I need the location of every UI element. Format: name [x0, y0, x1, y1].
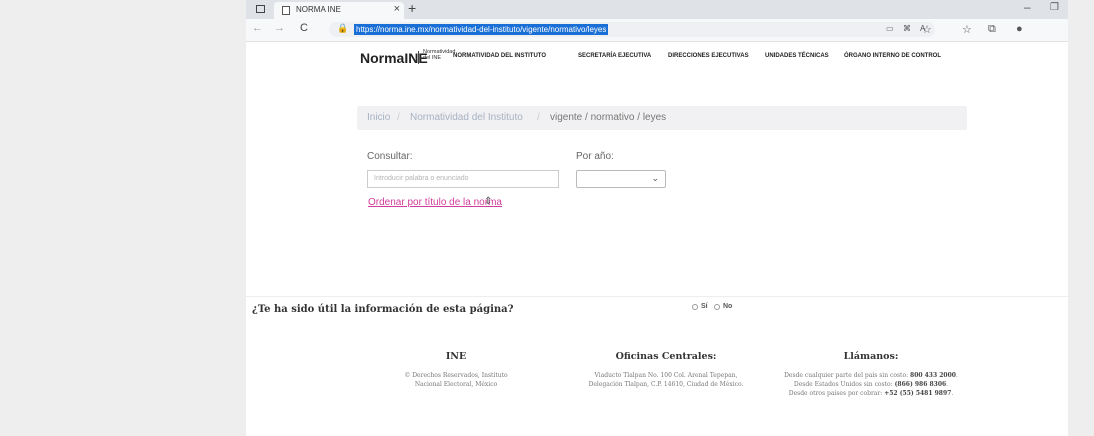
- footer-phone-text: Desde Estados Unidos sin costo:: [793, 381, 895, 388]
- logo-subtitle-line2: del INE: [423, 55, 442, 61]
- footer-phone-number[interactable]: 800 433 2000: [910, 372, 956, 379]
- tab-actions-icon[interactable]: [256, 5, 265, 13]
- favorite-star-icon[interactable]: ☆: [922, 23, 932, 36]
- breadcrumb: Inicio / Normatividad del Instituto / vi…: [357, 106, 967, 130]
- collections-icon[interactable]: ⧉: [988, 23, 996, 36]
- footer-ine-line: Nacional Electoral, México: [414, 381, 498, 388]
- breadcrumb-home[interactable]: Inicio: [367, 112, 390, 123]
- reload-icon[interactable]: C: [300, 22, 308, 34]
- footer-phone-text: Desde cualquier parte del país sin costo…: [784, 372, 911, 379]
- feedback-no-label: No: [723, 303, 733, 310]
- sort-icon[interactable]: ⇕: [484, 196, 492, 207]
- browser-tab[interactable]: NORMA INE ×: [274, 2, 404, 19]
- footer-address-line: Delegación Tlalpan, C.P. 14610, Ciudad d…: [588, 381, 744, 388]
- close-tab-icon[interactable]: ×: [394, 3, 400, 15]
- footer-contact: Llámanos: Desde cualquier parte del país…: [771, 351, 971, 398]
- search-input[interactable]: Introducir palabra o enunciado: [367, 170, 559, 188]
- menu-secretaria-ejecutiva[interactable]: SECRETARÍA EJECUTIVA: [578, 53, 651, 59]
- menu-direcciones-ejecutivas[interactable]: DIRECCIONES EJECUTIVAS: [668, 53, 749, 59]
- tab-title: NORMA INE: [296, 5, 341, 14]
- address-toolbar: ← → C 🔒 https://norma.ine.mx/normativida…: [246, 19, 1068, 42]
- app-available-icon[interactable]: ⌘: [903, 24, 911, 33]
- divider: [246, 296, 1068, 297]
- feedback-question: ¿Te ha sido útil la información de esta …: [252, 304, 514, 315]
- logo-subtitle: Normatividad del INE: [423, 49, 455, 61]
- page-icon: [282, 6, 290, 15]
- feedback-yes-label: Sí: [701, 303, 708, 310]
- back-icon[interactable]: ←: [252, 22, 263, 34]
- profile-icon[interactable]: ●: [1016, 23, 1023, 35]
- footer-phone-line: Desde Estados Unidos sin costo: (866) 98…: [793, 381, 949, 388]
- url-text[interactable]: https://norma.ine.mx/normatividad-del-in…: [354, 24, 609, 35]
- footer-phone-line: Desde otros países por cobrar: +52 (55) …: [788, 390, 954, 397]
- footer-ine-title: INE: [445, 351, 467, 362]
- lock-icon[interactable]: 🔒: [337, 23, 348, 34]
- menu-normatividad-del-instituto[interactable]: NORMATIVIDAD DEL INSTITUTO: [453, 53, 546, 59]
- footer-offices: Oficinas Centrales: Viaducto Tlalpan No.…: [571, 351, 761, 389]
- year-select[interactable]: ⌄: [576, 170, 666, 188]
- menu-unidades-tecnicas[interactable]: UNIDADES TÉCNICAS: [765, 53, 829, 59]
- breadcrumb-separator: /: [397, 112, 400, 123]
- maximize-button[interactable]: ❐: [1050, 2, 1059, 13]
- breadcrumb-current: vigente / normativo / leyes: [550, 112, 667, 123]
- footer-phone-number[interactable]: (866) 986 8306: [895, 381, 947, 388]
- chevron-down-icon: ⌄: [651, 173, 659, 183]
- footer-phone-number[interactable]: +52 (55) 5481 9897: [884, 390, 951, 397]
- footer-contact-title: Llámanos:: [843, 351, 899, 362]
- search-label: Consultar:: [367, 151, 413, 162]
- logo-divider: [418, 51, 419, 64]
- search-placeholder: Introducir palabra o enunciado: [374, 175, 469, 182]
- breadcrumb-section[interactable]: Normatividad del Instituto: [410, 112, 523, 123]
- browser-window: NORMA INE × + – ❐ ← → C 🔒 https://norma.…: [246, 0, 1068, 436]
- footer-ine-line: © Derechos Reservados, Instituto: [404, 372, 508, 379]
- menu-organo-interno-de-control[interactable]: ÓRGANO INTERNO DE CONTROL: [844, 53, 941, 59]
- footer-phone-text: Desde otros países por cobrar:: [788, 390, 885, 397]
- sort-by-title-link[interactable]: Ordenar por título de la norma: [368, 197, 502, 208]
- new-tab-button[interactable]: +: [408, 0, 416, 16]
- site-header: NormaINE Normatividad del INE NORMATIVID…: [246, 42, 1068, 70]
- footer-address-line: Viaducto Tlalpan No. 100 Col. Arenal Tep…: [594, 372, 738, 379]
- tab-bar: NORMA INE × + – ❐: [246, 0, 1068, 19]
- feedback-no-radio[interactable]: [714, 304, 720, 310]
- feedback-yes-radio[interactable]: [692, 304, 698, 310]
- favorites-icon[interactable]: ☆: [962, 23, 972, 36]
- address-bar[interactable]: 🔒 https://norma.ine.mx/normatividad-del-…: [329, 22, 935, 37]
- year-label: Por año:: [576, 151, 614, 162]
- footer-offices-title: Oficinas Centrales:: [615, 351, 717, 362]
- reader-view-icon[interactable]: ▭: [886, 24, 894, 33]
- footer-ine: INE © Derechos Reservados, Instituto Nac…: [371, 351, 541, 389]
- forward-icon[interactable]: →: [274, 22, 285, 34]
- breadcrumb-separator: /: [537, 112, 540, 123]
- footer-phone-line: Desde cualquier parte del país sin costo…: [784, 372, 958, 379]
- minimize-button[interactable]: –: [1024, 0, 1031, 14]
